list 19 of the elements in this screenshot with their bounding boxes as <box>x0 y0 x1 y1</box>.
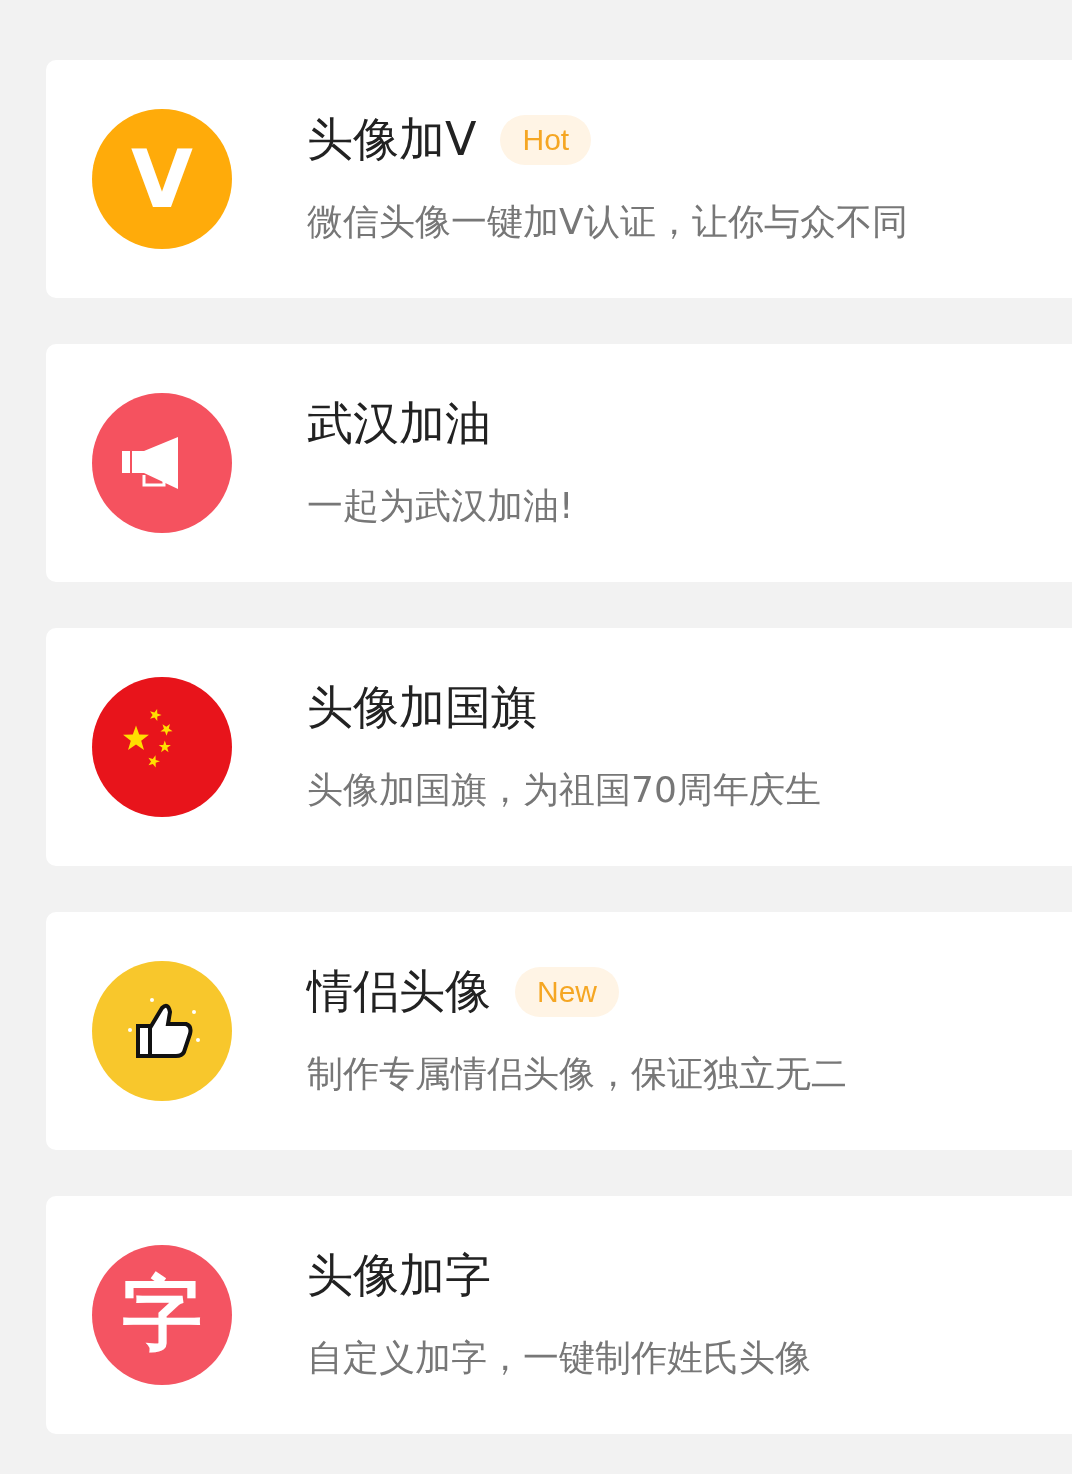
card-background[interactable]: 字 头像加字 自定义加字，一键制作姓氏头像 <box>46 1196 1072 1434</box>
card-background[interactable]: 武汉加油 一起为武汉加油! <box>46 344 1072 582</box>
tag-badge: Hot <box>500 114 592 165</box>
letter-badge-icon: V <box>92 109 232 249</box>
letter-badge-icon: 字 <box>92 1245 232 1385</box>
item-title: 头像加V <box>307 110 477 168</box>
item-description: 一起为武汉加油! <box>307 483 574 528</box>
item-description: 制作专属情侣头像，保证独立无二 <box>307 1051 847 1096</box>
card-background[interactable]: V 头像加V Hot 微信头像一键加V认证，让你与众不同 <box>46 60 1072 298</box>
item-title: 头像加字 <box>307 1246 491 1304</box>
item-title: 头像加国旗 <box>307 678 537 736</box>
item-description: 自定义加字，一键制作姓氏头像 <box>307 1335 811 1380</box>
item-description: 微信头像一键加V认证，让你与众不同 <box>307 199 908 244</box>
item-title: 武汉加油 <box>307 394 491 452</box>
item-title: 情侣头像 <box>307 962 491 1020</box>
card-background[interactable]: 情侣头像 New 制作专属情侣头像，保证独立无二 <box>46 912 1072 1150</box>
item-description: 头像加国旗，为祖国70周年庆生 <box>307 767 821 812</box>
card-background[interactable]: 头像加国旗 头像加国旗，为祖国70周年庆生 <box>46 628 1072 866</box>
tag-badge: New <box>515 966 619 1017</box>
